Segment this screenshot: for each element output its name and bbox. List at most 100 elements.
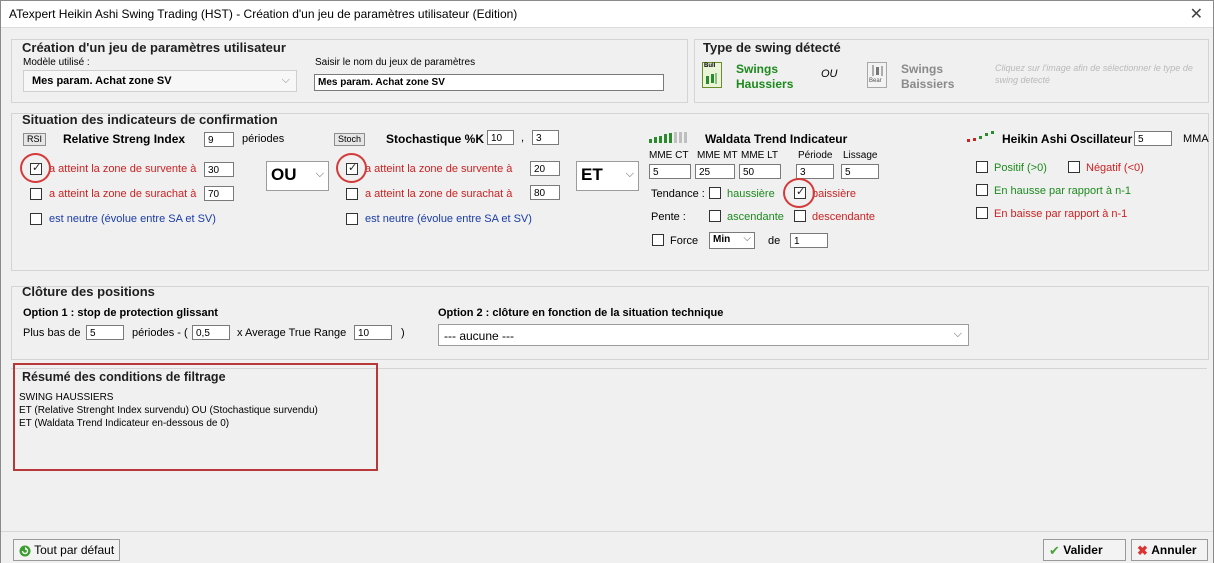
heikin-rising-label: En hausse par rapport à n-1 [994, 185, 1131, 197]
annotation-circle [336, 153, 367, 183]
waldata-trend-label: Tendance : [651, 188, 705, 200]
dialog-window: ATexpert Heikin Ashi Swing Trading (HST)… [0, 0, 1214, 563]
closing-heading: Clôture des positions [22, 284, 155, 299]
option1-atr-input[interactable]: 10 [354, 325, 392, 340]
stoch-d-input[interactable]: 3 [532, 130, 559, 145]
waldata-smooth-input[interactable]: 5 [841, 164, 879, 179]
stoch-k-input[interactable]: 10 [487, 130, 514, 145]
bear-label-1: Swings [901, 62, 944, 76]
waldata-force-label: Force [670, 235, 699, 247]
heikin-mma-label: MMA [1183, 133, 1209, 145]
option1-mid: périodes - ( [132, 327, 188, 339]
refresh-icon [19, 545, 31, 557]
waldata-col-lt: MME LT [741, 150, 779, 161]
chevron-down-icon: ⌵ [315, 168, 324, 180]
rsi-overbought-input[interactable]: 70 [204, 186, 234, 201]
heikin-icon [967, 131, 994, 142]
stoch-neutral-label: est neutre (évolue entre SA et SV) [365, 213, 532, 225]
annotation-rectangle [13, 363, 378, 471]
closing-panel [11, 286, 1209, 360]
waldata-ct-input[interactable]: 5 [649, 164, 691, 179]
model-select[interactable]: Mes param. Achat zone SV ⌵ [23, 70, 297, 92]
cancel-button[interactable]: ✖ Annuler [1131, 539, 1208, 561]
close-icon[interactable]: ✕ [1190, 4, 1203, 24]
bear-icon: Bear [867, 62, 887, 88]
waldata-title: Waldata Trend Indicateur [705, 132, 848, 146]
waldata-col-ct: MME CT [649, 150, 689, 161]
rsi-neutral-checkbox[interactable] [30, 213, 42, 225]
waldata-col-smooth: Lissage [843, 150, 878, 161]
bear-label-2: Baissiers [901, 77, 955, 91]
heikin-mma-input[interactable]: 5 [1134, 131, 1172, 146]
stoch-overbought-checkbox[interactable] [346, 188, 358, 200]
checkmark-icon: ✔ [1049, 542, 1060, 558]
heikin-negative-label: Négatif (<0) [1086, 162, 1144, 174]
validate-label: Valider [1063, 543, 1103, 557]
rsi-overbought-checkbox[interactable] [30, 188, 42, 200]
option1-title: Option 1 : stop de protection glissant [23, 307, 218, 319]
option1-close-paren: ) [401, 327, 405, 339]
waldata-force-select[interactable]: Min ⌵ [709, 232, 755, 249]
operator-2-value: ET [581, 165, 603, 184]
chevron-down-icon: ⌵ [625, 168, 634, 180]
stoch-overbought-input[interactable]: 80 [530, 185, 560, 200]
heikin-negative-checkbox[interactable] [1068, 161, 1080, 173]
heikin-falling-checkbox[interactable] [976, 207, 988, 219]
waldata-lt-input[interactable]: 50 [739, 164, 781, 179]
annotation-circle [20, 153, 51, 183]
stoch-neutral-checkbox[interactable] [346, 213, 358, 225]
waldata-period-input[interactable]: 3 [796, 164, 834, 179]
defaults-button[interactable]: Tout par défaut [13, 539, 121, 561]
rsi-tag: RSI [23, 133, 47, 146]
stoch-oversold-label: a atteint la zone de survente à [365, 163, 513, 175]
window-title: ATexpert Heikin Ashi Swing Trading (HST)… [9, 7, 518, 21]
rsi-oversold-label: a atteint la zone de survente à [49, 163, 197, 175]
rsi-oversold-input[interactable]: 30 [204, 162, 234, 177]
waldata-slope-down-checkbox[interactable] [794, 210, 806, 222]
option1-low-input[interactable]: 5 [86, 325, 124, 340]
heikin-positive-label: Positif (>0) [994, 162, 1047, 174]
heikin-positive-checkbox[interactable] [976, 161, 988, 173]
rsi-neutral-label: est neutre (évolue entre SA et SV) [49, 213, 216, 225]
waldata-slope-up-checkbox[interactable] [709, 210, 721, 222]
heikin-title: Heikin Ashi Oscillateur [1002, 132, 1133, 146]
waldata-trend-down-label: baissière [812, 188, 857, 200]
waldata-force-checkbox[interactable] [652, 234, 664, 246]
bear-swing-button[interactable]: Bear Swings Baissiers [867, 62, 962, 92]
option1-atr-label: x Average True Range [237, 327, 347, 339]
stoch-oversold-input[interactable]: 20 [530, 161, 560, 176]
operator-1-value: OU [271, 165, 297, 184]
waldata-mt-input[interactable]: 25 [695, 164, 735, 179]
operator-2-select[interactable]: ET ⌵ [576, 161, 639, 191]
title-bar: ATexpert Heikin Ashi Swing Trading (HST)… [1, 1, 1213, 28]
stoch-overbought-label: a atteint la zone de surachat à [365, 188, 513, 200]
bull-swing-button[interactable]: Bull Swings Haussiers [702, 62, 797, 92]
heikin-rising-checkbox[interactable] [976, 184, 988, 196]
waldata-trend-up-checkbox[interactable] [709, 187, 721, 199]
stoch-comma: , [521, 132, 525, 144]
model-select-value: Mes param. Achat zone SV [32, 75, 172, 87]
option2-select[interactable]: --- aucune --- ⌵ [438, 324, 969, 346]
rsi-periods-label: périodes [242, 133, 285, 145]
swing-type-heading: Type de swing détecté [703, 40, 841, 55]
rsi-title: Relative Streng Index [63, 132, 186, 146]
swing-or-label: OU [821, 68, 838, 80]
creation-heading: Création d'un jeu de paramètres utilisat… [22, 40, 286, 55]
chevron-down-icon: ⌵ [953, 328, 962, 340]
rsi-periods-input[interactable]: 9 [204, 132, 234, 147]
validate-button[interactable]: ✔ Valider [1043, 539, 1126, 561]
swing-hint: Cliquez sur l'image afin de sélectionner… [995, 63, 1193, 85]
cancel-label: Annuler [1151, 543, 1197, 557]
stoch-tag: Stoch [334, 133, 366, 146]
waldata-force-of: de [768, 235, 781, 247]
heikin-falling-label: En baisse par rapport à n-1 [994, 208, 1128, 220]
bull-label-1: Swings [736, 62, 779, 76]
stoch-title: Stochastique %K [386, 132, 485, 146]
waldata-force-input[interactable]: 1 [790, 233, 828, 248]
bull-icon: Bull [702, 62, 722, 88]
annotation-circle [783, 178, 815, 208]
option1-factor-input[interactable]: 0,5 [192, 325, 230, 340]
name-input[interactable]: Mes param. Achat zone SV [314, 74, 664, 91]
waldata-slope-up-label: ascendante [727, 211, 784, 223]
operator-1-select[interactable]: OU ⌵ [266, 161, 329, 191]
